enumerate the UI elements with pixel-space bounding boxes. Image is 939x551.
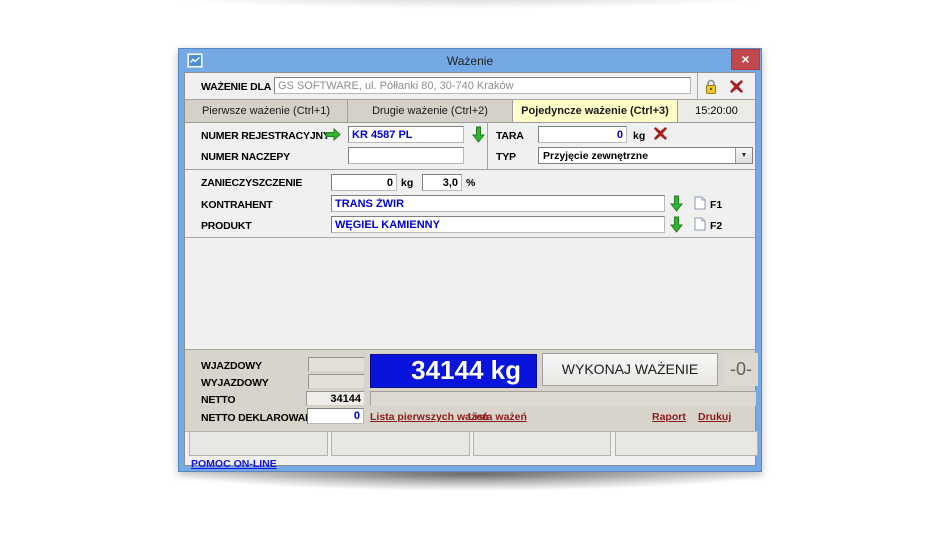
kontrahent-input[interactable] [331,195,665,212]
wazenie-dla-label: WAŻENIE DLA [201,81,271,93]
numer-naczepy-input[interactable] [348,147,464,164]
footer-slot-1 [189,431,328,456]
goods-block: ZANIECZYSZCZENIE kg % KONTRAHENT F1 PROD… [185,170,755,238]
wyjazdowy-label: WYJAZDOWY [201,377,269,389]
typ-dropdown[interactable]: Przyjęcie zewnętrzne ▼ [538,147,753,164]
wyjazdowy-value-box [308,374,365,389]
titlebar: Ważenie × [179,49,761,72]
produkt-label: PRODUKT [201,220,252,232]
numer-rejestracyjny-input[interactable] [348,126,464,143]
kontrahent-fkey-label: F1 [710,199,722,211]
weighing-panel: WJAZDOWY WYJAZDOWY NETTO 34144 NETTO DEK… [185,349,755,432]
select-produkt-arrow-icon[interactable] [670,216,683,238]
tab-drugie-wazenie[interactable]: Drugie ważenie (Ctrl+2) [348,100,513,122]
typ-label: TYP [496,151,516,163]
wjazdowy-value-box [308,357,365,372]
produkt-input[interactable] [331,216,665,233]
tab-pierwsze-wazenie[interactable]: Pierwsze ważenie (Ctrl+1) [185,100,348,122]
footer-slot-4 [615,431,758,456]
zanieczyszczenie-pct-input[interactable] [422,174,462,191]
chevron-down-icon[interactable]: ▼ [735,148,752,163]
wazenie-dla-input[interactable] [274,77,691,94]
produkt-document-icon[interactable] [694,217,706,236]
raport-link[interactable]: Raport [652,411,686,423]
lista-wazen-link[interactable]: Lista ważeń [468,411,527,423]
page: Ważenie × WAŻENIE DLA Pierwsze ważenie (… [0,0,939,551]
page-top-shadow [0,0,939,16]
window-title: Ważenie [179,54,761,68]
netto-value-box: 34144 [306,391,365,406]
zero-indicator: -0- [724,353,758,386]
lock-icon[interactable] [704,78,718,100]
vehicle-block: NUMER REJESTRACYJNY NUMER NACZEPY TARA k… [185,123,755,170]
clear-header-icon[interactable] [730,80,743,98]
measurement-bar [370,391,756,406]
tab-bar: Pierwsze ważenie (Ctrl+1) Drugie ważenie… [185,100,755,123]
tab-pojedyncze-wazenie[interactable]: Pojedyncze ważenie (Ctrl+3) [513,100,678,122]
zanieczyszczenie-kg-input[interactable] [331,174,397,191]
wazenie-window: Ważenie × WAŻENIE DLA Pierwsze ważenie (… [178,48,762,472]
typ-dropdown-value: Przyjęcie zewnętrzne [543,150,648,162]
wazenie-dla-row: WAŻENIE DLA [185,73,755,100]
wjazdowy-label: WJAZDOWY [201,360,262,372]
vehicle-separator [487,123,488,169]
tara-label: TARA [496,130,524,142]
tara-input[interactable] [538,126,627,143]
select-plate-arrow-icon[interactable] [472,126,485,148]
drukuj-link[interactable]: Drukuj [698,411,731,423]
zanieczyszczenie-pct-unit: % [466,177,475,189]
netto-deklarowane-label: NETTO DEKLAROWANE [201,412,319,424]
netto-label: NETTO [201,394,235,406]
close-button[interactable]: × [731,49,760,70]
kontrahent-document-icon[interactable] [694,196,706,215]
footer-slot-3 [473,431,611,456]
window-content: WAŻENIE DLA Pierwsze ważenie (Ctrl+1) Dr… [184,72,756,466]
pomoc-online-link[interactable]: POMOC ON-LINE [191,458,277,470]
scale-weight-display: 34144 kg [370,354,537,388]
kontrahent-label: KONTRAHENT [201,199,273,211]
numer-rejestracyjny-label: NUMER REJESTRACYJNY [201,130,330,142]
tara-unit: kg [633,130,645,142]
zanieczyszczenie-label: ZANIECZYSZCZENIE [201,177,302,189]
clear-tara-icon[interactable] [654,127,667,145]
produkt-fkey-label: F2 [710,220,722,232]
footer-slot-2 [331,431,470,456]
select-kontrahent-arrow-icon[interactable] [670,195,683,217]
netto-deklarowane-input[interactable] [307,408,364,424]
clock-display: 15:20:00 [678,100,755,122]
header-separator [697,73,698,99]
wykonaj-wazenie-button[interactable]: WYKONAJ WAŻENIE [542,353,718,386]
numer-naczepy-label: NUMER NACZEPY [201,151,290,163]
zanieczyszczenie-kg-unit: kg [401,177,413,189]
arrow-right-icon [325,128,341,146]
